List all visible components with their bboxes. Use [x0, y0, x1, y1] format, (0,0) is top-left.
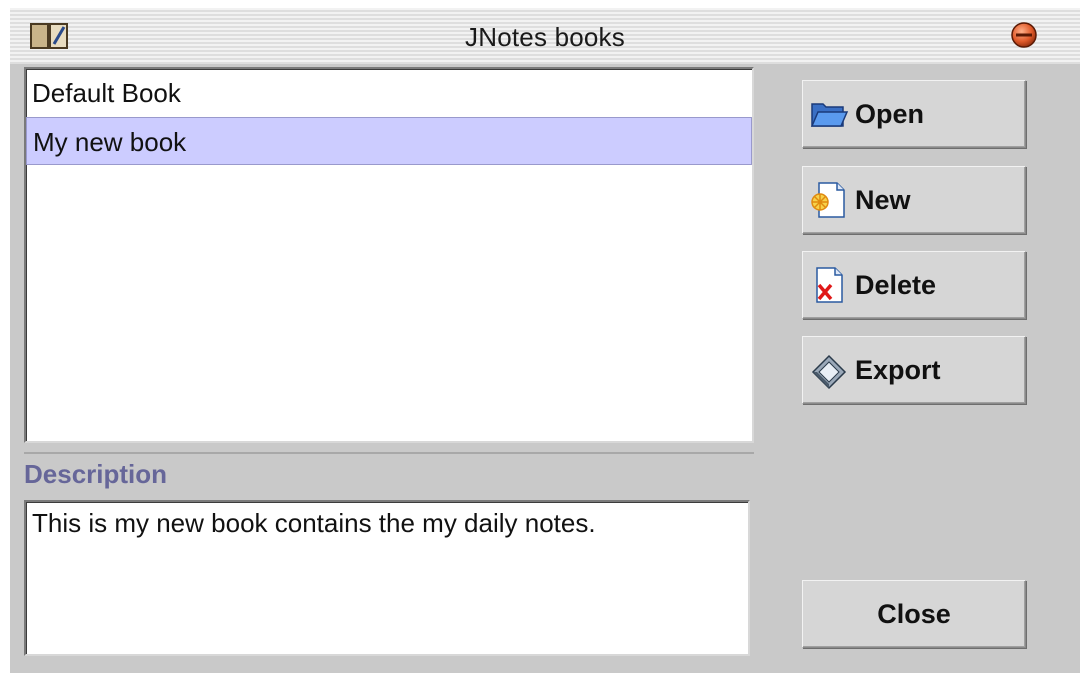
close-button[interactable]: Close	[802, 580, 1026, 648]
window-title: JNotes books	[465, 22, 625, 52]
open-button-label: Open	[855, 98, 925, 129]
delete-button[interactable]: Delete	[802, 251, 1026, 319]
delete-document-icon	[816, 267, 843, 303]
export-button[interactable]: Export	[802, 336, 1026, 404]
delete-button-label: Delete	[855, 269, 937, 300]
book-list[interactable]: Default Book My new book	[24, 67, 754, 443]
new-document-icon	[811, 182, 845, 218]
close-button-label: Close	[877, 598, 951, 629]
list-item-selected[interactable]: My new book	[26, 117, 752, 165]
folder-open-icon	[810, 103, 849, 127]
jnotes-books-window: JNotes books Default Book My new book De…	[0, 0, 1090, 673]
description-header: Description	[24, 452, 754, 492]
close-window-icon[interactable]	[1010, 21, 1038, 49]
new-button[interactable]: New	[802, 166, 1026, 234]
list-item[interactable]: Default Book	[26, 69, 752, 117]
open-button[interactable]: Open	[802, 80, 1026, 148]
description-field[interactable]: This is my new book contains the my dail…	[24, 500, 750, 656]
title-bar[interactable]: JNotes books	[10, 8, 1080, 65]
new-button-label: New	[855, 184, 911, 215]
export-button-label: Export	[855, 354, 941, 385]
main-panel: Default Book My new book Description Thi…	[10, 64, 1080, 673]
export-disk-icon	[811, 354, 847, 390]
